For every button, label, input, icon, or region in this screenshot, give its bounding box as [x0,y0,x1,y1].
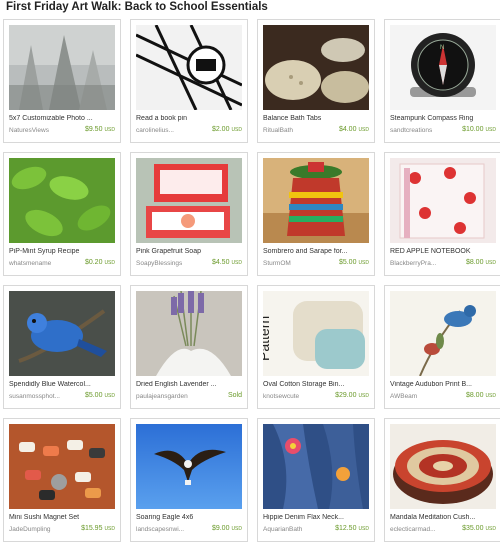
listing-image[interactable] [136,25,242,110]
price: Sold [227,392,242,399]
listing-title[interactable]: Balance Bath Tabs [263,115,369,122]
price: $8.00 USD [465,392,496,399]
listing-image[interactable] [136,424,242,509]
listing-image[interactable] [9,291,115,376]
listing-title[interactable]: Mini Sushi Magnet Set [9,514,115,521]
price: $0.20 USD [84,259,115,266]
listing-image[interactable] [263,158,369,243]
listing-card[interactable]: Soaring Eagle 4x6 landscapesnwi... $9.00… [130,418,248,542]
shop-name[interactable]: sandtcreations [390,127,460,134]
listing-title[interactable]: 5x7 Customizable Photo ... [9,115,115,122]
listing-image[interactable] [9,25,115,110]
listing-title[interactable]: Read a book pin [136,115,242,122]
shop-name[interactable]: AquarianBath [263,526,333,533]
price: $15.95 USD [81,525,115,532]
price: $4.00 USD [338,126,369,133]
shop-name[interactable]: eclecticarmad... [390,526,460,533]
listing-title[interactable]: Spendidly Blue Watercol... [9,381,115,388]
price: $10.00 USD [462,126,496,133]
price: $35.00 USD [462,525,496,532]
listing-title[interactable]: Soaring Eagle 4x6 [136,514,242,521]
shop-name[interactable]: susanmossphot... [9,393,79,400]
shop-name[interactable]: AWBeam [390,393,460,400]
listing-card[interactable]: Read a book pin carolinelius... $2.00 US… [130,19,248,143]
shop-name[interactable]: landscapesnwi... [136,526,206,533]
price: $12.50 USD [335,525,369,532]
listing-card[interactable]: Balance Bath Tabs RitualBath $4.00 USD [257,19,375,143]
shop-name[interactable]: BlackberryPra... [390,260,460,267]
listing-card[interactable]: Spendidly Blue Watercol... susanmossphot… [3,285,121,409]
shop-name[interactable]: knotsewcute [263,393,333,400]
price: $9.00 USD [211,525,242,532]
listing-title[interactable]: Mandala Meditation Cush... [390,514,496,521]
svg-text:N: N [440,45,444,51]
listing-image[interactable] [390,424,496,509]
price: $8.00 USD [465,259,496,266]
listing-image[interactable] [263,424,369,509]
listing-image[interactable] [136,158,242,243]
listing-title[interactable]: Sombrero and Sarape for... [263,248,369,255]
listing-card[interactable]: RED APPLE NOTEBOOK BlackberryPra... $8.0… [384,152,500,276]
listing-card[interactable]: Pattern Oval Cotton Storage Bin... knots… [257,285,375,409]
listing-image[interactable]: N [390,25,496,110]
listing-title[interactable]: Steampunk Compass Ring [390,115,496,122]
listing-image[interactable] [390,291,496,376]
listing-card[interactable]: Mandala Meditation Cush... eclecticarmad… [384,418,500,542]
price: $9.50 USD [84,126,115,133]
listing-image[interactable] [136,291,242,376]
listing-card[interactable]: N Steampunk Compass Ring sandtcreations … [384,19,500,143]
listing-grid: 5x7 Customizable Photo ... NaturesViews … [3,19,500,542]
shop-name[interactable]: carolinelius... [136,127,206,134]
listing-title[interactable]: Pink Grapefruit Soap [136,248,242,255]
price: $2.00 USD [211,126,242,133]
shop-name[interactable]: whatsmename [9,260,79,267]
svg-text:Pattern: Pattern [263,316,272,361]
shop-name[interactable]: paulajeansgarden [136,393,206,400]
listing-title[interactable]: Dried English Lavender ... [136,381,242,388]
listing-title[interactable]: Oval Cotton Storage Bin... [263,381,369,388]
shop-name[interactable]: SturmOM [263,260,333,267]
listing-title[interactable]: PiP-Mint Syrup Recipe [9,248,115,255]
price: $29.00 USD [335,392,369,399]
shop-name[interactable]: SoapyBlessings [136,260,206,267]
listing-card[interactable]: 5x7 Customizable Photo ... NaturesViews … [3,19,121,143]
page-title: First Friday Art Walk: Back to School Es… [6,1,268,13]
listing-title[interactable]: Hippie Denim Flax Neck... [263,514,369,521]
listing-card[interactable]: Hippie Denim Flax Neck... AquarianBath $… [257,418,375,542]
listing-image[interactable]: Pattern [263,291,369,376]
listing-image[interactable] [263,25,369,110]
listing-card[interactable]: Mini Sushi Magnet Set JadeDumpling $15.9… [3,418,121,542]
shop-name[interactable]: RitualBath [263,127,333,134]
shop-name[interactable]: JadeDumpling [9,526,79,533]
listing-image[interactable] [9,158,115,243]
listing-title[interactable]: Vintage Audubon Print B... [390,381,496,388]
listing-image[interactable] [390,158,496,243]
listing-card[interactable]: Pink Grapefruit Soap SoapyBlessings $4.5… [130,152,248,276]
price: $5.00 USD [84,392,115,399]
shop-name[interactable]: NaturesViews [9,127,79,134]
price: $5.00 USD [338,259,369,266]
listing-image[interactable] [9,424,115,509]
price: $4.50 USD [211,259,242,266]
listing-card[interactable]: Vintage Audubon Print B... AWBeam $8.00 … [384,285,500,409]
listing-card[interactable]: Dried English Lavender ... paulajeansgar… [130,285,248,409]
listing-title[interactable]: RED APPLE NOTEBOOK [390,248,496,255]
listing-card[interactable]: PiP-Mint Syrup Recipe whatsmename $0.20 … [3,152,121,276]
listing-card[interactable]: Sombrero and Sarape for... SturmOM $5.00… [257,152,375,276]
